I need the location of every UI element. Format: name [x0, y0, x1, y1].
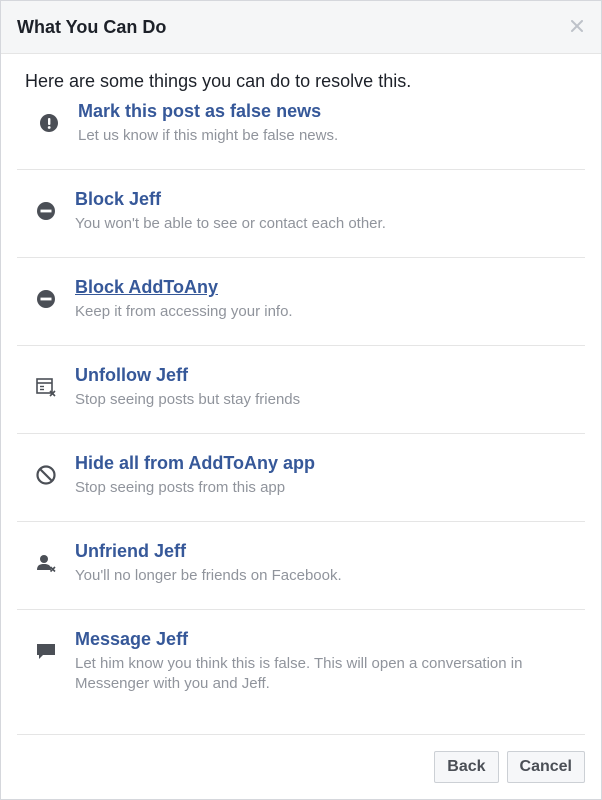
option-unfollow-jeff[interactable]: Unfollow Jeff Stop seeing posts but stay…: [17, 346, 585, 434]
back-button[interactable]: Back: [434, 751, 499, 783]
prohibited-icon: [33, 462, 59, 488]
option-title: Message Jeff: [75, 629, 189, 649]
option-description: Stop seeing posts but stay friends: [75, 391, 301, 408]
what-you-can-do-dialog: What You Can Do Here are some things you…: [0, 0, 602, 800]
option-message-jeff[interactable]: Message Jeff Let him know you think this…: [17, 610, 585, 724]
option-description: Keep it from accessing your info.: [75, 303, 293, 320]
options-list: Mark this post as false news Let us know…: [17, 92, 585, 724]
option-title: Block AddToAny: [75, 277, 218, 297]
option-description: Stop seeing posts from this app: [75, 479, 286, 496]
minus-circle-icon: [33, 286, 59, 312]
option-title: Hide all from AddToAny app: [75, 453, 316, 473]
option-mark-false-news[interactable]: Mark this post as false news Let us know…: [17, 92, 585, 170]
dialog-footer: Back Cancel: [17, 734, 585, 799]
dialog-body: Here are some things you can do to resol…: [1, 70, 601, 724]
option-description: You won't be able to see or contact each…: [75, 215, 386, 232]
intro-text: Here are some things you can do to resol…: [25, 71, 412, 91]
cancel-button[interactable]: Cancel: [506, 751, 585, 783]
option-description: Let him know you think this is false. Th…: [75, 655, 523, 692]
dialog-title: What You Can Do: [17, 16, 167, 37]
option-title: Unfollow Jeff: [75, 365, 188, 385]
close-icon[interactable]: [567, 16, 587, 36]
message-icon: [33, 638, 59, 664]
option-title: Mark this post as false news: [78, 101, 322, 121]
unfollow-icon: [33, 374, 59, 400]
option-title: Unfriend Jeff: [75, 541, 187, 561]
option-block-addtoany[interactable]: Block AddToAny Keep it from accessing yo…: [17, 258, 585, 346]
exclamation-icon: [36, 110, 62, 136]
dialog-header: What You Can Do: [1, 1, 601, 54]
option-unfriend-jeff[interactable]: Unfriend Jeff You'll no longer be friend…: [17, 522, 585, 610]
minus-circle-icon: [33, 198, 59, 224]
option-block-jeff[interactable]: Block Jeff You won't be able to see or c…: [17, 170, 585, 258]
option-description: You'll no longer be friends on Facebook.: [75, 567, 342, 584]
unfriend-icon: [33, 550, 59, 576]
option-description: Let us know if this might be false news.: [78, 127, 339, 144]
option-title: Block Jeff: [75, 189, 162, 209]
option-hide-all-addtoany[interactable]: Hide all from AddToAny app Stop seeing p…: [17, 434, 585, 522]
